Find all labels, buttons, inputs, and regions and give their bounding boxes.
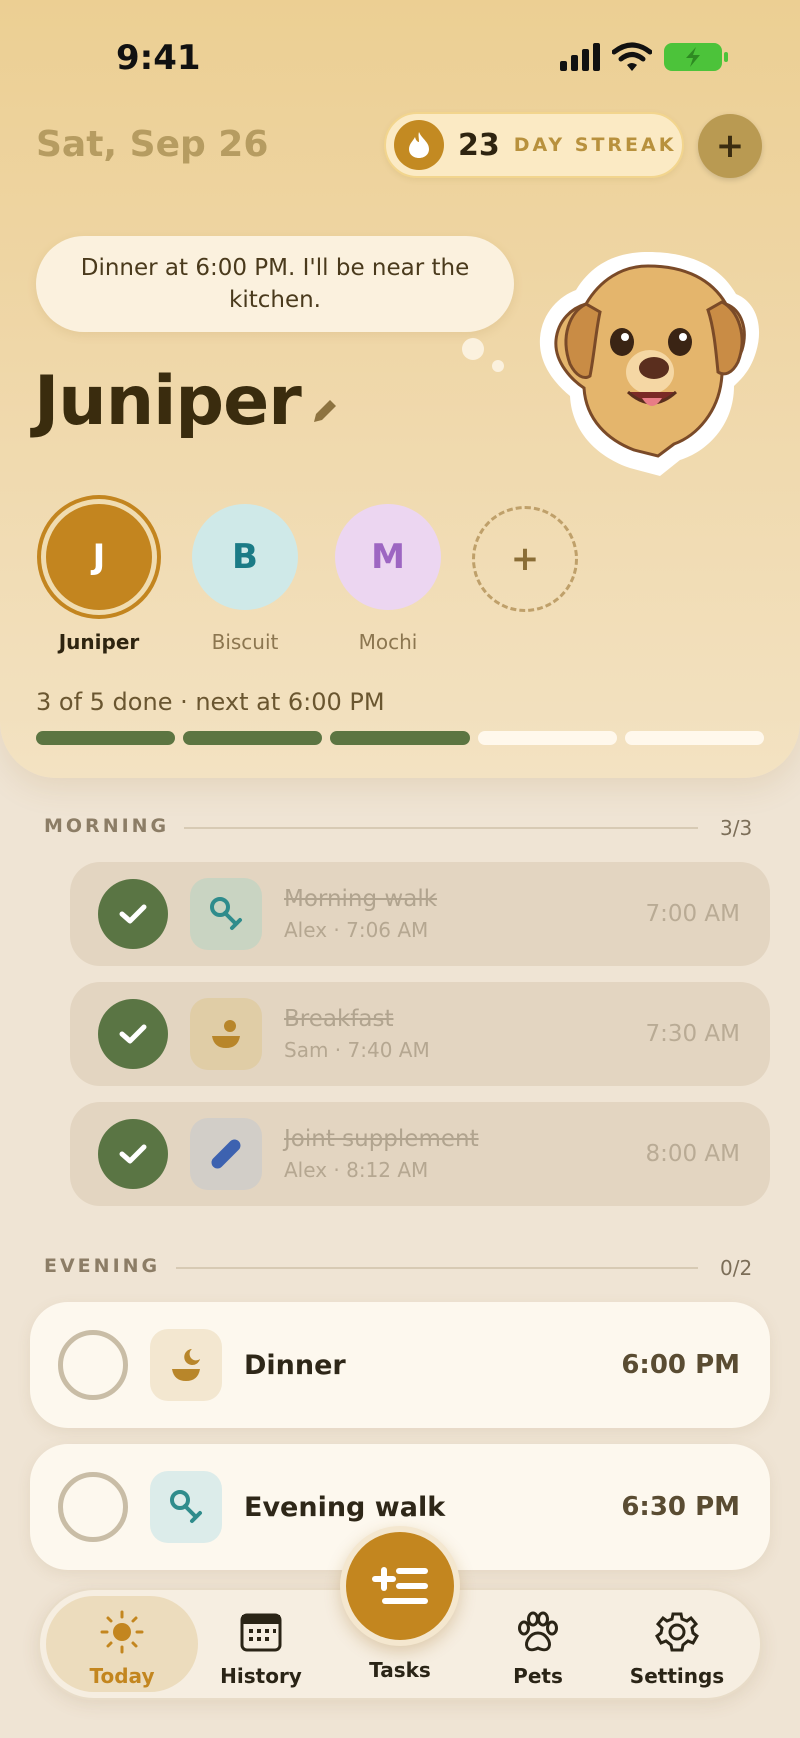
pet-speech-bubble: Dinner at 6:00 PM. I'll be near the kitc… xyxy=(36,236,514,332)
progress-segment xyxy=(36,731,176,745)
add-task-icon xyxy=(372,1567,428,1604)
nav-label: History xyxy=(220,1664,302,1688)
task-time: 8:00 AM xyxy=(645,1141,740,1167)
streak-count: 23 xyxy=(458,127,500,163)
section-divider xyxy=(176,1267,698,1269)
sun-icon xyxy=(100,1610,144,1654)
paw-icon xyxy=(518,1611,558,1652)
pet-avatar-mochi[interactable]: M xyxy=(335,504,441,610)
thought-dot xyxy=(492,360,504,372)
pet-label-mochi: Mochi xyxy=(358,630,418,654)
task-name: Evening walk xyxy=(244,1491,446,1523)
leash-icon xyxy=(150,1471,222,1543)
pet-label-juniper: Juniper xyxy=(58,630,140,654)
progress-segment xyxy=(330,731,470,745)
checkmark-icon[interactable] xyxy=(98,999,168,1069)
add-pet-button[interactable]: + xyxy=(472,506,578,612)
task-time: 7:00 AM xyxy=(645,901,740,927)
progress-segment xyxy=(477,731,617,745)
pet-label-biscuit: Biscuit xyxy=(211,630,279,654)
task-name: Morning walk xyxy=(284,886,438,912)
wifi-icon xyxy=(612,42,652,71)
task-meta: Alex · 7:06 AM xyxy=(284,918,429,942)
status-icons xyxy=(560,42,728,72)
checkmark-icon[interactable] xyxy=(98,879,168,949)
food-bowl-icon xyxy=(190,998,262,1070)
streak-badge[interactable]: 23 DAY STREAK xyxy=(384,112,684,178)
pet-avatar-juniper[interactable]: J xyxy=(46,504,152,610)
task-name: Dinner xyxy=(244,1349,346,1381)
gear-icon xyxy=(655,1612,699,1652)
section-title-evening: EVENING xyxy=(44,1255,161,1277)
task-name: Breakfast xyxy=(284,1006,394,1032)
section-divider xyxy=(184,827,698,829)
task-row-joint-supplement[interactable]: Joint supplement Alex · 8:12 AM 8:00 AM xyxy=(70,1102,770,1206)
nav-settings[interactable]: Settings xyxy=(612,1610,742,1688)
nav-tasks-label[interactable]: Tasks xyxy=(335,1658,465,1682)
tasks-fab-button[interactable] xyxy=(340,1526,460,1646)
progress-bar xyxy=(36,731,765,745)
task-meta: Alex · 8:12 AM xyxy=(284,1158,429,1182)
nav-today[interactable]: Today xyxy=(57,1610,187,1688)
signal-icon xyxy=(560,43,600,71)
section-title-morning: MORNING xyxy=(44,815,170,837)
dinner-bowl-icon xyxy=(150,1329,222,1401)
task-meta: Sam · 7:40 AM xyxy=(284,1038,430,1062)
dog-avatar-illustration xyxy=(539,252,760,476)
leash-icon xyxy=(190,878,262,950)
pet-avatar-biscuit[interactable]: B xyxy=(192,504,298,610)
nav-label: Settings xyxy=(629,1664,725,1688)
nav-pets[interactable]: Pets xyxy=(473,1610,603,1688)
task-time: 7:30 AM xyxy=(645,1021,740,1047)
edit-pencil-icon[interactable] xyxy=(310,396,340,426)
add-button[interactable]: + xyxy=(698,114,762,178)
task-time: 6:30 PM xyxy=(621,1492,740,1522)
section-count-evening: 0/2 xyxy=(720,1256,753,1280)
calendar-icon xyxy=(240,1613,282,1652)
progress-segment xyxy=(183,731,323,745)
task-checkbox[interactable] xyxy=(58,1330,128,1400)
nav-label: Pets xyxy=(513,1664,563,1688)
date-label: Sat, Sep 26 xyxy=(36,124,269,165)
pet-name-title: Juniper xyxy=(34,362,302,441)
flame-icon xyxy=(394,120,444,170)
pill-icon xyxy=(190,1118,262,1190)
checkmark-icon[interactable] xyxy=(98,1119,168,1189)
task-row-breakfast[interactable]: Breakfast Sam · 7:40 AM 7:30 AM xyxy=(70,982,770,1086)
task-row-dinner[interactable]: Dinner 6:00 PM xyxy=(30,1302,770,1428)
progress-segment xyxy=(624,731,765,745)
nav-history[interactable]: History xyxy=(196,1610,326,1688)
task-time: 6:00 PM xyxy=(621,1350,740,1380)
status-time: 9:41 xyxy=(116,38,201,78)
streak-label: DAY STREAK xyxy=(513,134,677,156)
thought-dot xyxy=(462,338,484,360)
task-checkbox[interactable] xyxy=(58,1472,128,1542)
task-name: Joint supplement xyxy=(284,1126,479,1152)
section-count-morning: 3/3 xyxy=(720,816,753,840)
nav-label: Today xyxy=(89,1664,155,1688)
progress-summary: 3 of 5 done · next at 6:00 PM xyxy=(36,688,385,716)
battery-icon xyxy=(664,43,728,71)
task-row-morning-walk[interactable]: Morning walk Alex · 7:06 AM 7:00 AM xyxy=(70,862,770,966)
